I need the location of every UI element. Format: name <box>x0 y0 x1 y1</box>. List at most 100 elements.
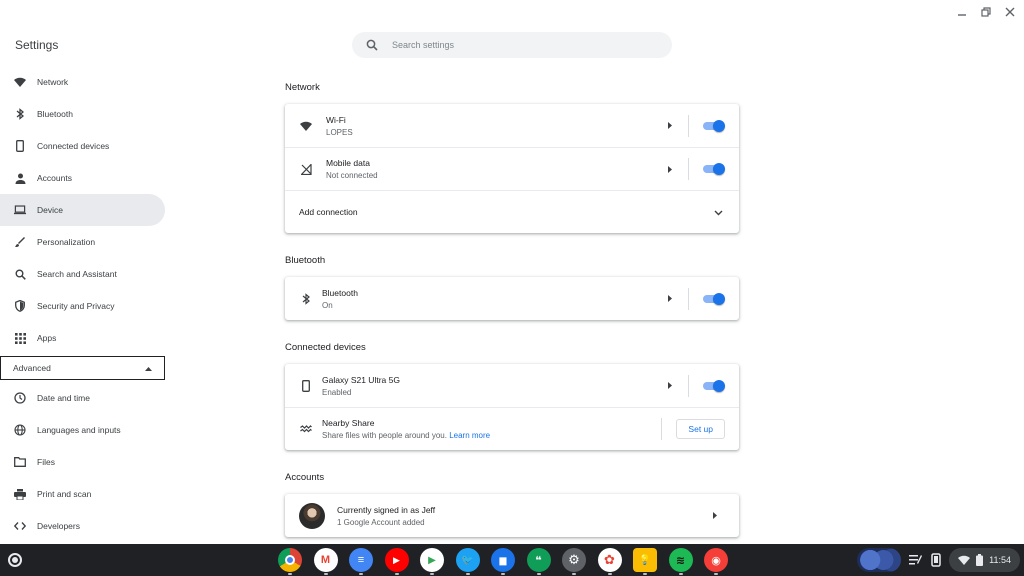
sidebar-item-accounts[interactable]: Accounts <box>0 162 165 194</box>
search-box[interactable] <box>352 32 672 58</box>
wifi-icon <box>14 76 26 88</box>
phone-icon <box>299 379 313 393</box>
bluetooth-icon <box>299 292 313 306</box>
launcher-icon[interactable] <box>8 553 22 567</box>
sidebar-item-bluetooth[interactable]: Bluetooth <box>0 98 165 130</box>
main-content: Network Wi-Fi LOPES Mobile data Not conn… <box>285 82 739 537</box>
holding-space-icon[interactable] <box>857 548 902 572</box>
mobile-data-off-icon <box>299 162 313 176</box>
youtube-icon[interactable]: ▶ <box>384 548 409 575</box>
chevron-right-icon[interactable] <box>660 382 680 389</box>
sidebar-item-developers[interactable]: Developers <box>0 510 165 542</box>
keep-icon[interactable]: 💡 <box>633 548 657 575</box>
sidebar-item-personalization[interactable]: Personalization <box>0 226 165 258</box>
close-icon[interactable] <box>1002 4 1018 20</box>
avatar <box>299 502 325 529</box>
photos-icon[interactable]: ✿ <box>597 548 622 575</box>
gmail-icon[interactable]: M <box>313 548 338 575</box>
phone-row[interactable]: Galaxy S21 Ultra 5G Enabled <box>285 364 739 407</box>
chevron-down-icon[interactable] <box>714 203 723 221</box>
wifi-title: Wi-Fi <box>326 114 346 125</box>
divider <box>688 374 689 397</box>
add-connection-row[interactable]: Add connection <box>285 190 739 233</box>
sidebar-item-security-and-privacy[interactable]: Security and Privacy <box>0 290 165 322</box>
sidebar-item-device[interactable]: Device <box>0 194 165 226</box>
sidebar-item-label: Security and Privacy <box>37 301 115 311</box>
sidebar-item-label: Print and scan <box>37 489 92 499</box>
sidebar-item-label: Device <box>37 205 63 215</box>
chevron-right-icon[interactable] <box>705 512 725 519</box>
wifi-icon <box>958 555 971 565</box>
docs-icon[interactable]: ≡ <box>349 548 373 575</box>
sidebar-item-network[interactable]: Network <box>0 66 165 98</box>
sidebar-item-date-and-time[interactable]: Date and time <box>0 382 165 414</box>
caret-up-icon <box>145 363 152 373</box>
bluetooth-card: Bluetooth On <box>285 277 739 320</box>
sidebar-item-apps[interactable]: Apps <box>0 322 165 354</box>
section-title-network: Network <box>285 82 320 93</box>
printer-icon <box>14 488 26 500</box>
play-store-icon[interactable]: ▶ <box>420 548 444 575</box>
set-up-button[interactable]: Set up <box>676 419 725 439</box>
phone-title: Galaxy S21 Ultra 5G <box>322 374 400 385</box>
chevron-right-icon[interactable] <box>660 295 680 302</box>
sidebar-item-files[interactable]: Files <box>0 446 165 478</box>
sidebar-item-label: Personalization <box>37 237 96 247</box>
sidebar-item-search-and-assistant[interactable]: Search and Assistant <box>0 258 165 290</box>
divider <box>688 158 689 180</box>
divider <box>661 418 663 440</box>
bluetooth-row[interactable]: Bluetooth On <box>285 277 739 320</box>
laptop-icon <box>14 204 26 216</box>
nearby-share-icon <box>299 422 313 436</box>
minimize-icon[interactable] <box>954 4 970 20</box>
settings-icon[interactable]: ⚙ <box>562 548 586 575</box>
stylus-tools-icon[interactable] <box>909 554 923 566</box>
sidebar-item-label: Network <box>37 77 69 87</box>
divider <box>688 287 689 310</box>
globe-icon <box>14 424 26 436</box>
phone-toggle[interactable] <box>703 379 725 392</box>
window-controls <box>954 4 1018 20</box>
sidebar-item-print-and-scan[interactable]: Print and scan <box>0 478 165 510</box>
sidebar-item-connected-devices[interactable]: Connected devices <box>0 130 165 162</box>
phone-icon <box>14 140 26 152</box>
wifi-toggle[interactable] <box>703 119 725 132</box>
chevron-right-icon[interactable] <box>660 165 680 173</box>
sidebar-item-label: Bluetooth <box>37 109 73 119</box>
search-icon <box>14 268 26 280</box>
mobile-data-title: Mobile data <box>326 158 370 168</box>
sidebar-item-label: Apps <box>37 333 57 343</box>
accounts-card: Currently signed in as Jeff 1 Google Acc… <box>285 494 739 537</box>
spotify-icon[interactable]: ≋ <box>668 548 693 575</box>
mobile-data-status: Not connected <box>326 171 378 180</box>
sidebar-item-label: Files <box>37 457 55 467</box>
sidebar-item-label: Accounts <box>37 173 72 183</box>
chevron-right-icon[interactable] <box>660 122 680 129</box>
mobile-data-row[interactable]: Mobile data Not connected <box>285 147 739 190</box>
status-area[interactable]: 11:54 <box>949 548 1020 572</box>
wifi-status: LOPES <box>326 127 353 137</box>
hangouts-icon[interactable]: ❝ <box>526 548 551 575</box>
section-title-bluetooth: Bluetooth <box>285 255 326 266</box>
sidebar-item-languages-and-inputs[interactable]: Languages and inputs <box>0 414 165 446</box>
code-icon <box>14 520 26 532</box>
account-row[interactable]: Currently signed in as Jeff 1 Google Acc… <box>285 494 739 537</box>
sidebar-item-label: Developers <box>37 521 80 531</box>
bluetooth-toggle[interactable] <box>703 292 725 305</box>
wifi-row[interactable]: Wi-Fi LOPES <box>285 104 739 147</box>
restore-icon[interactable] <box>978 4 994 20</box>
chrome-icon[interactable] <box>278 548 302 575</box>
nearby-share-description: Share files with people around you. <box>322 431 447 440</box>
phone-hub-icon[interactable] <box>931 553 941 567</box>
system-tray: 11:54 <box>857 548 1020 572</box>
bluetooth-icon <box>14 108 26 120</box>
advanced-toggle[interactable]: Advanced <box>0 356 165 380</box>
pocket-casts-icon[interactable]: ◉ <box>704 548 728 575</box>
divider <box>688 114 689 137</box>
battery-icon <box>976 554 984 566</box>
search-input[interactable] <box>392 40 632 50</box>
learn-more-link[interactable]: Learn more <box>449 431 490 440</box>
files-icon[interactable]: ▆ <box>491 548 515 575</box>
mobile-data-toggle[interactable] <box>703 163 725 175</box>
twitter-icon[interactable]: 🐦 <box>455 548 480 575</box>
